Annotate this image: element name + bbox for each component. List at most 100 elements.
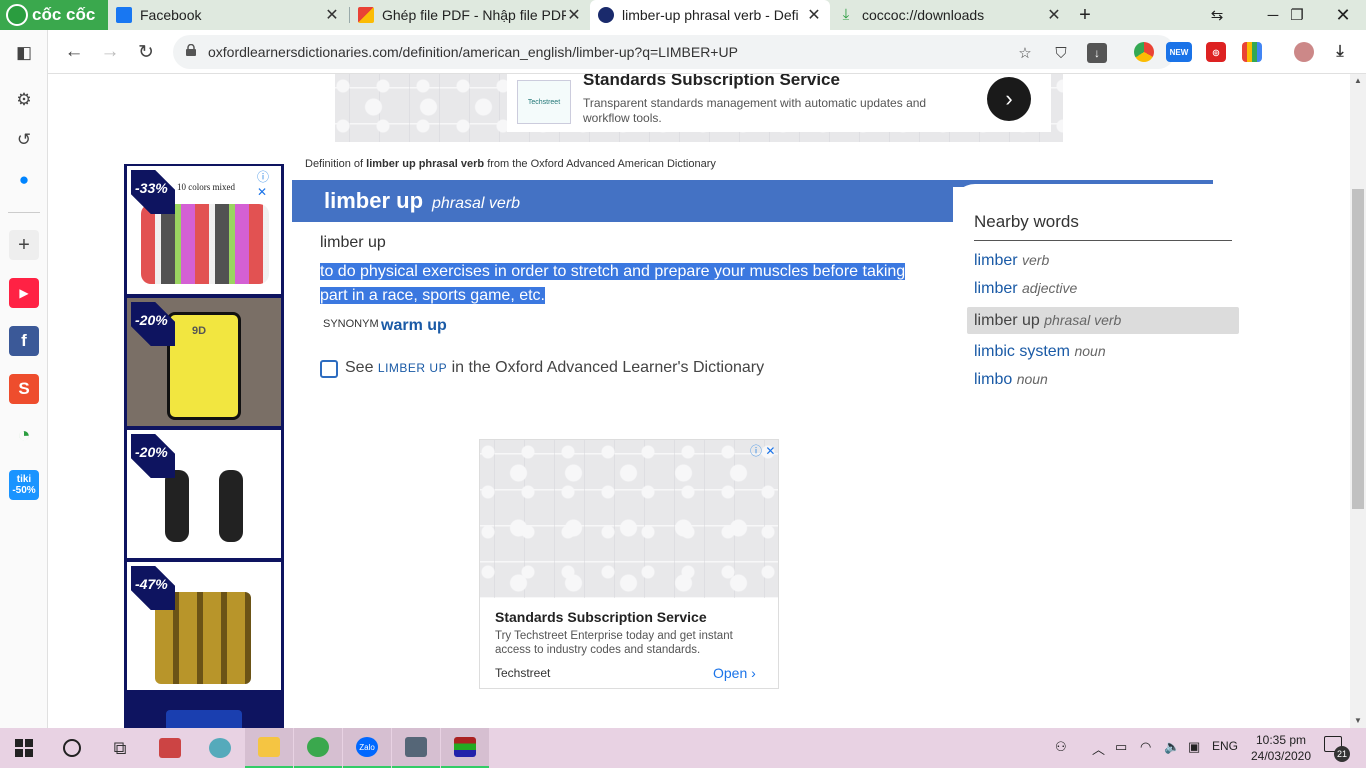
adchoices-icon[interactable]: ⓘ ✕ [257,168,281,199]
messenger-icon[interactable]: ● [9,165,39,195]
language-indicator[interactable]: ENG [1212,739,1238,753]
part-of-speech: phrasal verb [432,195,521,212]
nearby-item[interactable]: limber verb [967,247,1239,274]
bookmark-star-icon[interactable]: ☆ [1015,43,1035,63]
taskbar-app-3[interactable] [392,728,440,768]
display-icon[interactable]: ▣ [1188,739,1200,755]
tab-facebook[interactable]: Facebook ✕ [108,0,348,30]
browser-sidebar: ◧ ⚙ ↺ ● + ▶ f S ◔ tiki -50% [0,30,48,728]
restore-button[interactable]: ❐ [1274,0,1320,30]
close-tab-icon[interactable]: ✕ [1046,5,1062,25]
ad-product-2[interactable]: 9D -20% [127,298,281,426]
scrollbar-thumb[interactable] [1352,189,1364,509]
shopee-icon[interactable]: S [9,374,39,404]
color-extension-icon[interactable] [1242,42,1262,62]
file-explorer-button[interactable] [245,728,293,768]
close-ad-icon[interactable]: ✕ [257,185,267,199]
mid-ad-title[interactable]: Standards Subscription Service [495,609,707,625]
nearby-item-selected[interactable]: limber up phrasal verb [967,307,1239,334]
tiki-icon[interactable]: tiki -50% [9,470,39,500]
synonym-link[interactable]: warm up [381,317,447,335]
url-text[interactable]: oxfordlearnersdictionaries.com/definitio… [208,44,738,60]
settings-icon[interactable]: ⚙ [9,85,39,115]
taskbar-app-1[interactable] [146,728,194,768]
history-icon[interactable]: ↺ [9,125,39,155]
facebook-shortcut-icon[interactable]: f [9,326,39,356]
reload-button[interactable]: ↻ [132,38,160,66]
close-window-button[interactable]: ✕ [1320,0,1366,30]
new-tab-button[interactable]: + [1062,0,1108,30]
coccoc-taskbar-button[interactable] [294,728,342,768]
entry-header: limber up phrasal verb [292,180,953,222]
add-shortcut-icon[interactable]: + [9,230,39,260]
folder-icon [258,737,280,757]
definition: to do physical exercises in order to str… [320,260,920,308]
scroll-down-icon[interactable]: ▼ [1350,714,1366,728]
red-extension-icon[interactable]: ◎ [1206,42,1226,62]
adchoices-icon[interactable]: ⓘ ✕ [750,442,775,459]
start-button[interactable] [0,728,48,768]
new-extension-icon[interactable]: NEW [1166,42,1192,62]
chrome-extension-icon[interactable] [1134,42,1154,62]
browser-brand[interactable]: cốc cốc [6,3,106,27]
mid-ad-open-button[interactable]: Open › [713,665,756,681]
download-page-icon[interactable]: ↓ [1087,43,1107,63]
external-link-icon[interactable] [320,360,338,378]
top-advertisement[interactable]: Techstreet Standards Subscription Servic… [335,74,1063,142]
downloads-icon[interactable]: ⤓ [1330,42,1350,62]
taskbar-app-2[interactable] [196,728,244,768]
ad-product-4[interactable]: -47% [127,562,281,690]
winrar-button[interactable] [441,728,489,768]
coccoc-app-icon[interactable]: ◔ [9,420,39,450]
tab-search-icon[interactable]: ⇆ [1194,0,1240,30]
nearby-item[interactable]: limber adjective [967,275,1239,302]
search-button[interactable] [48,728,96,768]
tab-oxford[interactable]: limber-up phrasal verb - Defi ✕ [590,0,830,30]
task-view-button[interactable]: ⧉ [96,728,144,768]
coccoc-logo-icon [6,4,28,26]
page-scrollbar[interactable]: ▲ ▼ [1350,74,1366,728]
sidebar-toggle-icon[interactable]: ◧ [9,38,39,68]
tab-pdf[interactable]: Ghép file PDF - Nhập file PDF ✕ [350,0,590,30]
techstreet-logo: Techstreet [517,80,571,124]
clock-time: 10:35 pm [1255,733,1307,747]
tab-title: Ghép file PDF - Nhập file PDF [382,7,566,23]
profile-avatar[interactable] [1294,42,1314,62]
mid-ad-source: Techstreet [495,666,551,680]
nearby-item[interactable]: limbic system noun [967,338,1239,365]
discount-badge: -33% [131,170,175,214]
youtube-icon[interactable]: ▶ [9,278,39,308]
close-tab-icon[interactable]: ✕ [806,5,822,25]
top-ad-card[interactable]: Techstreet Standards Subscription Servic… [507,74,1051,132]
close-tab-icon[interactable]: ✕ [566,5,582,25]
ad-product-3[interactable]: -20% [127,430,281,558]
close-ad-icon[interactable]: ✕ [765,444,775,458]
action-center-icon[interactable]: 21 [1324,736,1350,762]
system-clock[interactable]: 10:35 pm 24/03/2020 [1246,732,1316,764]
windows-taskbar: ⧉ Zalo ⚇ ︿ ▭ ◠ 🔈 ▣ ENG 10:35 pm 24/03/20… [0,728,1366,768]
nearby-item[interactable]: limbo noun [967,366,1239,393]
back-button[interactable]: ← [60,38,88,66]
volume-icon[interactable]: 🔈 [1164,739,1180,755]
top-ad-arrow-button[interactable]: › [987,77,1031,121]
see-also-line: See limber up in the Oxford Advanced Lea… [345,359,765,376]
battery-icon[interactable]: ▭ [1115,739,1127,755]
close-tab-icon[interactable]: ✕ [324,5,340,25]
scroll-up-icon[interactable]: ▲ [1350,74,1366,88]
shield-icon[interactable]: ⛉ [1051,43,1071,63]
forward-button[interactable]: → [96,38,124,66]
wifi-icon[interactable]: ◠ [1140,739,1151,755]
tab-title: coccoc://downloads [862,7,985,23]
see-also-link[interactable]: limber up [378,361,447,375]
ad-product-1[interactable]: 10 colors mixed -33% ⓘ ✕ [127,166,281,294]
tab-downloads[interactable]: ⤓ coccoc://downloads ✕ [830,0,1070,30]
top-ad-title[interactable]: Standards Subscription Service [583,74,840,90]
sidebar-divider [8,212,40,213]
left-advertisement[interactable]: 10 colors mixed -33% ⓘ ✕ 9D -20% -20% -4… [124,164,284,728]
show-hidden-icons[interactable]: ︿ [1092,739,1105,758]
address-bar[interactable]: oxfordlearnersdictionaries.com/definitio… [173,35,1175,69]
people-icon[interactable]: ⚇ [1055,739,1067,755]
middle-advertisement[interactable]: ⓘ ✕ Standards Subscription Service Try T… [479,439,779,689]
zalo-button[interactable]: Zalo [343,728,391,768]
definition-source: Definition of limber up phrasal verb fro… [305,158,716,170]
